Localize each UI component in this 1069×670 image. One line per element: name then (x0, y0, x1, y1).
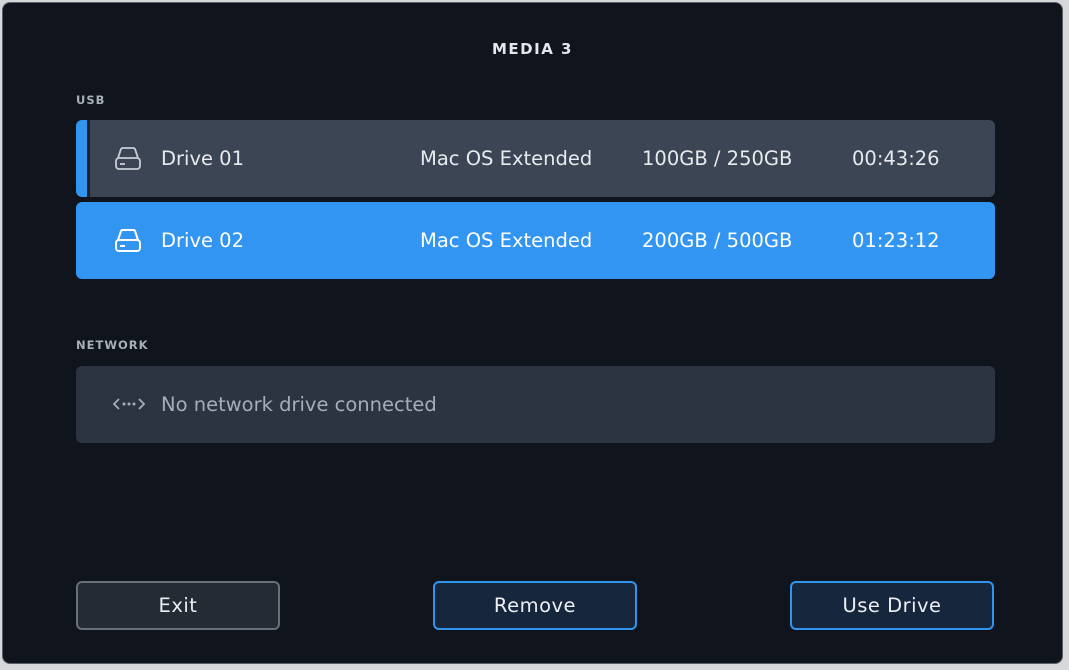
drive-time: 00:43:26 (852, 147, 940, 170)
drive-name: Drive 01 (161, 147, 244, 170)
drive-icon (115, 229, 141, 252)
drive-icon (115, 147, 141, 170)
drive-format: Mac OS Extended (420, 229, 593, 252)
drive-name: Drive 02 (161, 229, 244, 252)
dialog-title: MEDIA 3 (492, 40, 573, 58)
network-row: No network drive connected (76, 366, 995, 443)
drive-time: 01:23:12 (852, 229, 940, 252)
use-drive-button[interactable]: Use Drive (790, 581, 994, 630)
drive-format: Mac OS Extended (420, 147, 593, 170)
network-icon (113, 398, 145, 410)
drive-row-1[interactable]: Drive 01 Mac OS Extended 100GB / 250GB 0… (76, 120, 995, 197)
usb-section-label: USB (76, 93, 106, 107)
drive-usage: 100GB / 250GB (642, 147, 793, 170)
exit-button[interactable]: Exit (76, 581, 280, 630)
drive-row-2[interactable]: Drive 02 Mac OS Extended 200GB / 500GB 0… (76, 202, 995, 279)
remove-button[interactable]: Remove (433, 581, 637, 630)
drive-usage: 200GB / 500GB (642, 229, 793, 252)
network-section-label: NETWORK (76, 338, 149, 352)
media-dialog: MEDIA 3 USB Drive 01 Mac OS Extended 100… (2, 2, 1063, 664)
drive-row-accent-gap (87, 120, 90, 197)
network-message: No network drive connected (161, 393, 437, 416)
